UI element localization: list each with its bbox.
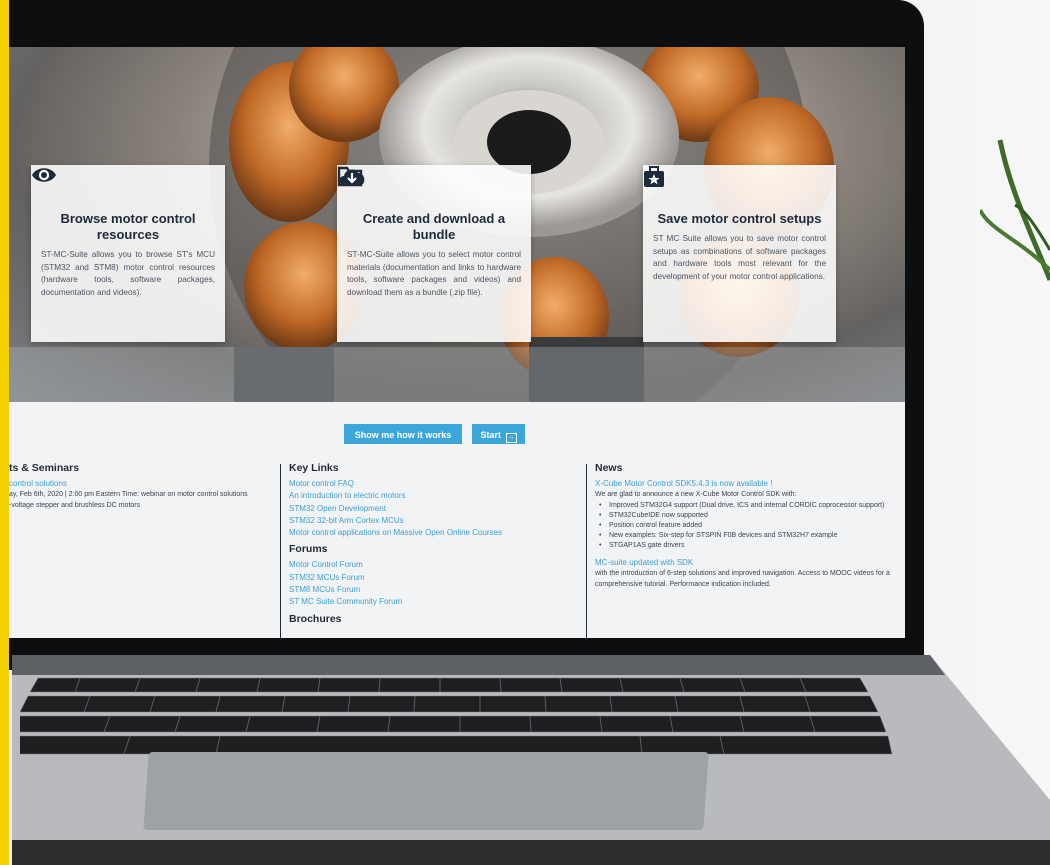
trackpad <box>143 752 709 830</box>
card-title: Browse motor control resources <box>60 211 196 242</box>
forums-heading: Forums <box>289 543 328 556</box>
news-item-title[interactable]: MC-suite updated with SDK <box>595 557 895 569</box>
key-link[interactable]: An introduction to electric motors <box>289 490 579 502</box>
card-save-setups: Save motor control setups ST MC Suite al… <box>643 165 836 342</box>
news-bullet: Improved STM32G4 support (Dual drive, IC… <box>595 501 895 511</box>
events-line: -voltage stepper and brushless DC motors <box>9 501 141 509</box>
key-link[interactable]: STM32 Open Development <box>289 503 579 515</box>
column-divider <box>586 464 587 638</box>
news-text: with the introduction of 6-step solution… <box>595 570 890 588</box>
laptop-keyboard <box>20 677 893 755</box>
start-button[interactable]: Start → <box>472 424 525 444</box>
laptop-screen: Browse motor control resources ST-MC-Sui… <box>9 47 905 638</box>
card-create-bundle: Create and download a bundle ST-MC-Suite… <box>337 165 531 342</box>
events-column: ts & Seminars control solutions ay, Feb … <box>9 462 279 511</box>
events-line: ay, Feb 6th, 2020 | 2:00 pm Eastern Time… <box>9 491 248 499</box>
column-divider <box>280 464 281 638</box>
sign-in-icon: → <box>505 433 517 443</box>
news-bullet: New examples: Six-step for STSPIN F0B de… <box>595 531 895 541</box>
card-text: ST-MC-Suite allows you to select motor c… <box>347 250 521 297</box>
key-links-column: Key Links Motor control FAQ An introduct… <box>289 462 579 629</box>
card-title: Save motor control setups <box>657 211 822 226</box>
news-bullet: STM32CubeIDE now supported <box>595 511 895 521</box>
news-column: News X-Cube Motor Control SDK5.4.3 is no… <box>595 462 895 590</box>
key-link[interactable]: Motor control FAQ <box>289 478 579 490</box>
forum-link[interactable]: STM8 MCUs Forum <box>289 584 579 596</box>
key-links-heading: Key Links <box>289 462 339 474</box>
forum-link[interactable]: ST MC Suite Community Forum <box>289 596 579 608</box>
start-label: Start <box>480 430 501 440</box>
card-text: ST-MC-Suite allows you to browse ST's MC… <box>41 250 215 297</box>
news-bullet: Position control feature added <box>595 521 895 531</box>
key-link[interactable]: Motor control applications on Massive Op… <box>289 527 579 539</box>
card-text: ST MC Suite allows you to save motor con… <box>653 234 826 281</box>
briefcase-star-icon <box>644 166 664 187</box>
brochures-heading: Brochures <box>289 612 342 625</box>
plant-decoration <box>980 139 1050 281</box>
news-heading: News <box>595 462 623 474</box>
forum-link[interactable]: STM32 MCUs Forum <box>289 572 579 584</box>
show-me-how-button[interactable]: Show me how it works <box>344 424 462 444</box>
card-browse-resources: Browse motor control resources ST-MC-Sui… <box>31 165 225 342</box>
key-link[interactable]: STM32 32-bit Arm Cortex MCUs <box>289 515 579 527</box>
events-heading: ts & Seminars <box>9 462 80 474</box>
events-link[interactable]: control solutions <box>9 478 279 490</box>
news-item-title[interactable]: X-Cube Motor Control SDK5.4.3 is now ava… <box>595 478 895 490</box>
forum-link[interactable]: Motor Control Forum <box>289 559 579 571</box>
hero-banner: Browse motor control resources ST-MC-Sui… <box>9 47 905 402</box>
news-bullet: STGAP1AS gate drivers <box>595 541 895 551</box>
news-intro: We are glad to announce a new X-Cube Mot… <box>595 491 797 499</box>
eye-icon <box>32 168 56 182</box>
cloud-download-icon <box>339 169 365 185</box>
card-title: Create and download a bundle <box>362 211 506 242</box>
